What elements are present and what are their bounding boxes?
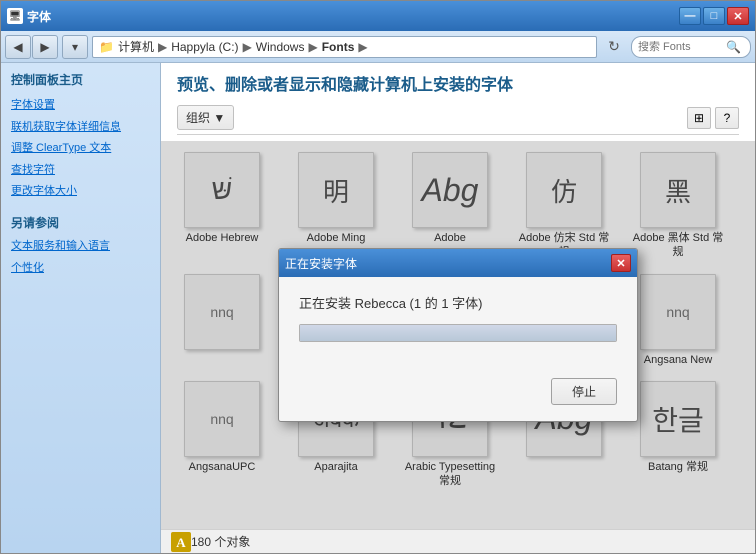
panel-header: 预览、删除或者显示和隐藏计算机上安装的字体 组织 ▼ ⊞ ? [161,63,755,141]
dialog-message: 正在安装 Rebecca (1 的 1 字体) [299,293,617,312]
toolbar: 组织 ▼ ⊞ ? [177,101,739,135]
modal-overlay: 正在安装字体 ✕ 正在安装 Rebecca (1 的 1 字体) 停止 [161,141,755,529]
progress-bar-container [299,324,617,342]
status-text: 180 个对象 [191,533,250,550]
dialog-body: 正在安装 Rebecca (1 的 1 字体) [279,277,637,378]
close-button[interactable]: ✕ [727,7,749,25]
sidebar-main-title[interactable]: 控制面板主页 [11,71,150,88]
recent-button[interactable]: ▾ [62,35,88,59]
font-grid-wrapper: שּׁAdobe Hebrew明Adobe MingAbgAdobe仿Adobe… [161,141,755,529]
main-window: 🖥 字体 — □ ✕ ◀ ▶ ▾ 📁 计算机 ▶ Happyla (C:) ▶ … [0,0,756,554]
path-folder-icon: 📁 [99,40,114,54]
stop-button[interactable]: 停止 [551,378,617,405]
title-buttons: — □ ✕ [679,7,749,25]
main-panel: 预览、删除或者显示和隐藏计算机上安装的字体 组织 ▼ ⊞ ? שּׁAdobe … [161,63,755,553]
path-segment-fonts: Fonts [322,40,355,54]
svg-text:A: A [176,535,186,550]
back-button[interactable]: ◀ [5,35,31,59]
address-bar: ◀ ▶ ▾ 📁 计算机 ▶ Happyla (C:) ▶ Windows ▶ F… [1,31,755,63]
help-button[interactable]: ? [715,107,739,129]
sidebar: 控制面板主页 字体设置 联机获取字体详细信息 调整 ClearType 文本 查… [1,63,161,553]
content-area: 控制面板主页 字体设置 联机获取字体详细信息 调整 ClearType 文本 查… [1,63,755,553]
path-segment-drive: Happyla (C:) [171,40,238,54]
window-title: 字体 [27,8,51,25]
refresh-button[interactable]: ↻ [601,36,627,58]
sidebar-link-font-size[interactable]: 更改字体大小 [11,182,150,202]
title-bar-left: 🖥 字体 [7,8,51,25]
status-bar: A 180 个对象 [161,529,755,553]
nav-buttons: ◀ ▶ [5,35,58,59]
organize-label: 组织 ▼ [186,109,225,126]
search-icon: 🔍 [726,40,741,54]
sidebar-link-find-char[interactable]: 查找字符 [11,161,150,181]
toolbar-right: ⊞ ? [687,107,739,129]
panel-title: 预览、删除或者显示和隐藏计算机上安装的字体 [177,71,739,95]
sidebar-link-cleartype[interactable]: 调整 ClearType 文本 [11,139,150,159]
window-icon: 🖥 [7,8,23,24]
search-input[interactable] [638,41,723,53]
sidebar-also-title: 另请参阅 [11,214,150,231]
dialog-footer: 停止 [279,378,637,421]
sidebar-link-font-settings[interactable]: 字体设置 [11,96,150,116]
dialog-title-bar: 正在安装字体 ✕ [279,249,637,277]
minimize-button[interactable]: — [679,7,701,25]
dialog-title: 正在安装字体 [285,255,357,272]
dialog-close-button[interactable]: ✕ [611,254,631,272]
search-bar[interactable]: 🔍 [631,36,751,58]
progress-bar-fill [300,325,616,341]
address-path[interactable]: 📁 计算机 ▶ Happyla (C:) ▶ Windows ▶ Fonts ▶ [92,36,597,58]
title-bar: 🖥 字体 — □ ✕ [1,1,755,31]
install-dialog: 正在安装字体 ✕ 正在安装 Rebecca (1 的 1 字体) 停止 [278,248,638,422]
forward-button[interactable]: ▶ [32,35,58,59]
view-button-1[interactable]: ⊞ [687,107,711,129]
sidebar-link-online-fonts[interactable]: 联机获取字体详细信息 [11,118,150,138]
status-font-icon: A [171,532,191,552]
path-segment-windows: Windows [256,40,305,54]
organize-button[interactable]: 组织 ▼ [177,105,234,130]
maximize-button[interactable]: □ [703,7,725,25]
sidebar-link-personalization[interactable]: 个性化 [11,259,150,279]
path-segment-computer: 计算机 [118,38,154,55]
sidebar-link-text-services[interactable]: 文本服务和输入语言 [11,237,150,257]
